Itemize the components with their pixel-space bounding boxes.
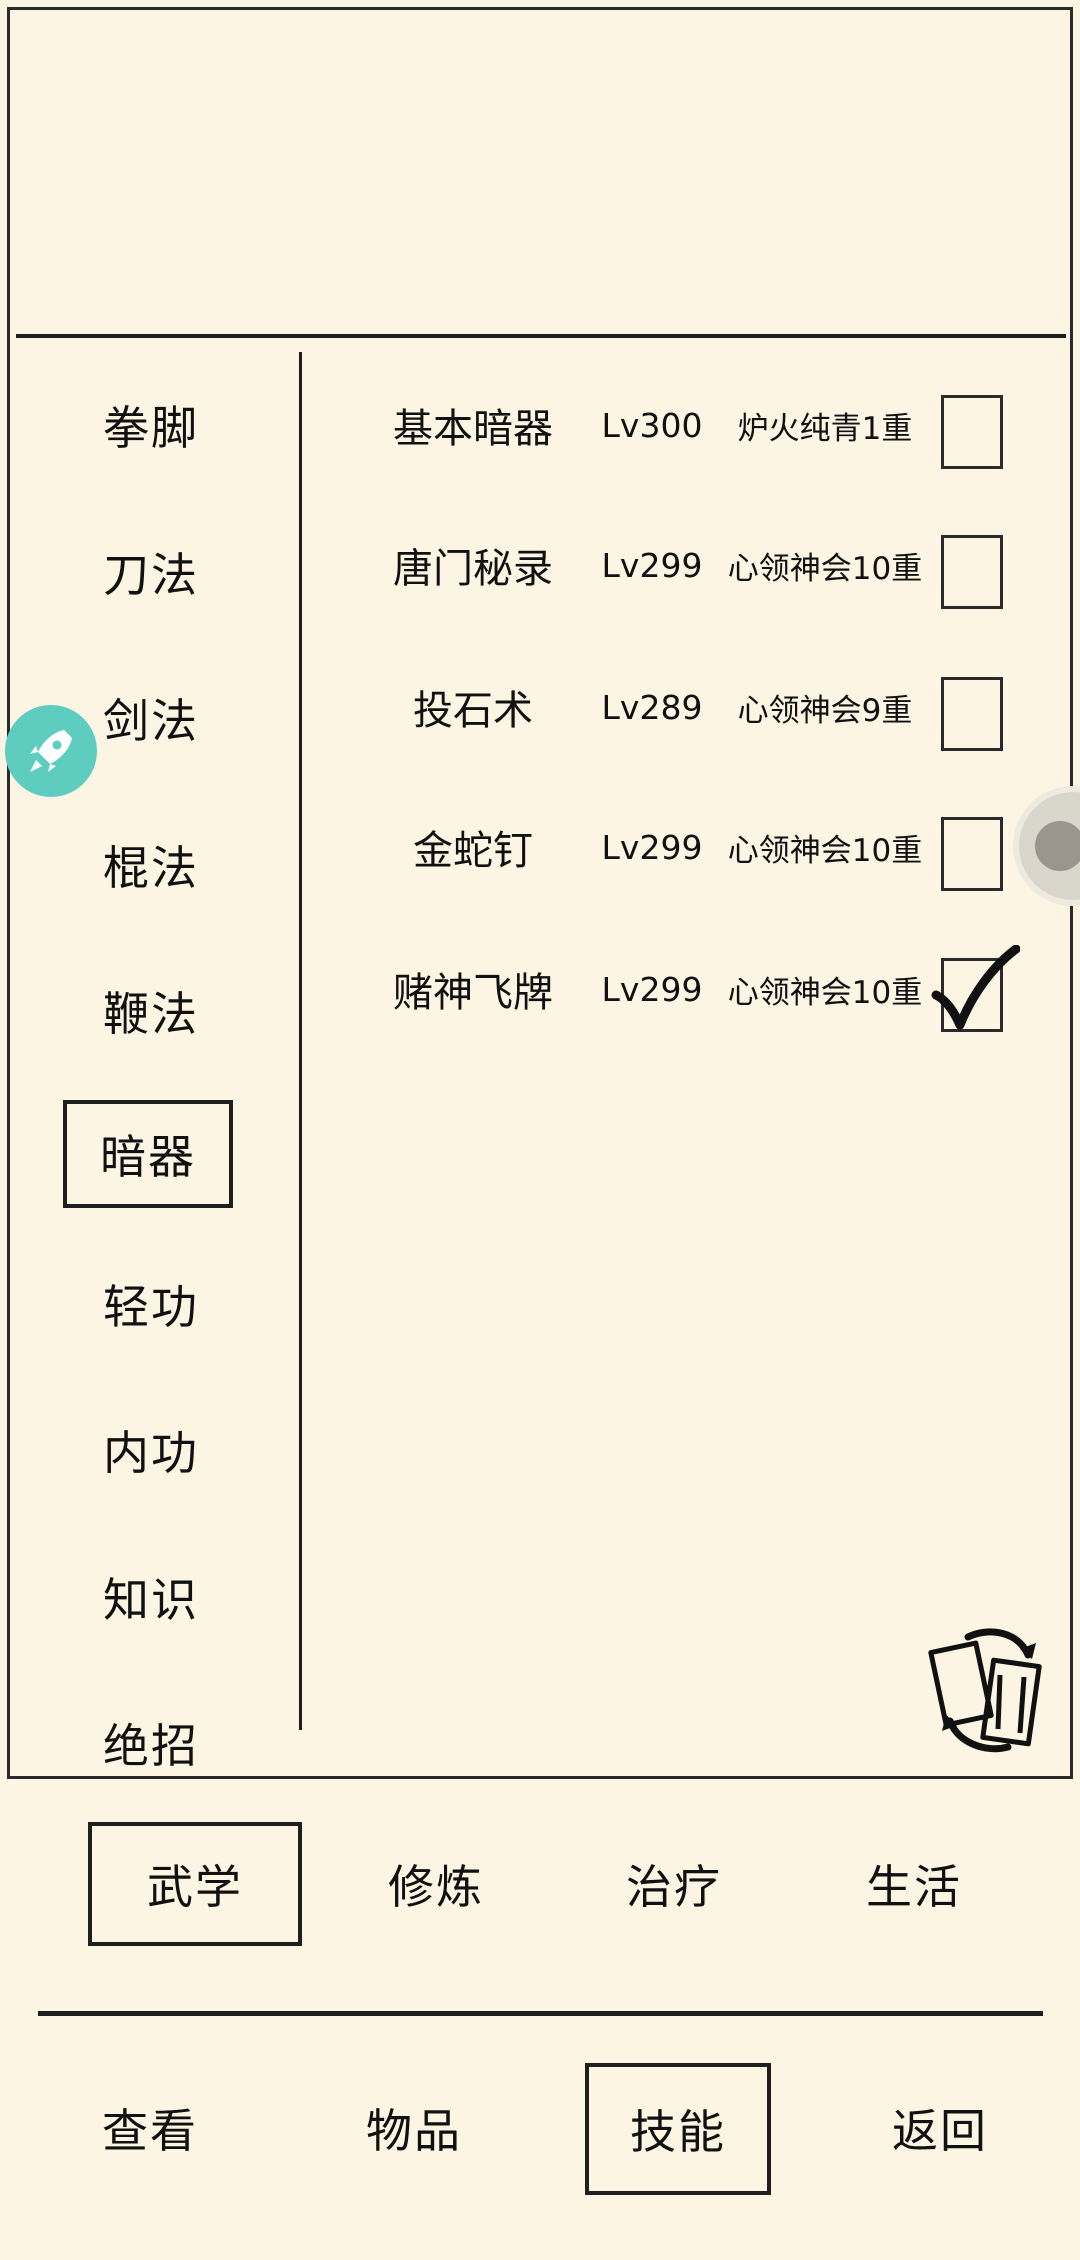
- tab-wuxue[interactable]: 武学: [88, 1822, 302, 1946]
- header-area: [10, 10, 1070, 335]
- tab-xiulian[interactable]: 修炼: [336, 1824, 536, 1944]
- category-daofa[interactable]: 刀法: [66, 522, 236, 622]
- skill-level: Lv299: [601, 545, 703, 585]
- skill-name: 唐门秘录: [393, 546, 553, 592]
- skill-checkbox[interactable]: [941, 817, 1003, 891]
- skill-checkbox[interactable]: [941, 535, 1003, 609]
- bottom-divider: [38, 2011, 1043, 2016]
- skill-rank: 心领神会10重: [727, 832, 923, 869]
- skill-rank: 心领神会10重: [727, 974, 923, 1011]
- refresh-cards-icon[interactable]: [928, 1625, 1048, 1755]
- floating-helper-button[interactable]: [5, 705, 97, 797]
- skill-level: Lv299: [601, 969, 703, 1009]
- rocket-icon: [30, 730, 72, 772]
- category-bianfa[interactable]: 鞭法: [66, 961, 236, 1061]
- header-divider: [16, 334, 1066, 338]
- skill-checkbox[interactable]: [941, 677, 1003, 751]
- tab-zhiliao[interactable]: 治疗: [574, 1824, 774, 1944]
- skill-level: Lv300: [601, 405, 703, 445]
- checkmark-icon: [931, 945, 1020, 1030]
- skill-level: Lv289: [601, 687, 703, 727]
- category-zhishi[interactable]: 知识: [66, 1547, 236, 1647]
- nav-chakan[interactable]: 查看: [50, 2068, 250, 2188]
- category-qinggong[interactable]: 轻功: [66, 1254, 236, 1354]
- skill-name: 基本暗器: [393, 406, 553, 452]
- nav-wupin[interactable]: 物品: [314, 2068, 514, 2188]
- category-anqi[interactable]: 暗器: [63, 1100, 233, 1208]
- sidebar-divider: [299, 352, 302, 1730]
- category-quanjiao[interactable]: 拳脚: [66, 375, 236, 475]
- skill-name: 投石术: [413, 688, 533, 734]
- skill-rank: 心领神会10重: [727, 550, 923, 587]
- skill-name: 赌神飞牌: [393, 970, 553, 1016]
- nav-fanhui[interactable]: 返回: [840, 2068, 1040, 2188]
- edge-handle-dot-icon: [1035, 821, 1080, 871]
- category-gunfa[interactable]: 棍法: [66, 815, 236, 915]
- skill-level: Lv299: [601, 827, 703, 867]
- category-neigong[interactable]: 内功: [66, 1400, 236, 1500]
- skill-rank: 炉火纯青1重: [737, 410, 913, 447]
- skill-rank: 心领神会9重: [737, 692, 913, 729]
- nav-jineng[interactable]: 技能: [585, 2063, 771, 2195]
- skill-checkbox[interactable]: [941, 395, 1003, 469]
- tab-shenghuo[interactable]: 生活: [814, 1824, 1014, 1944]
- skill-name: 金蛇钉: [413, 828, 533, 874]
- category-juezhao[interactable]: 绝招: [66, 1693, 236, 1793]
